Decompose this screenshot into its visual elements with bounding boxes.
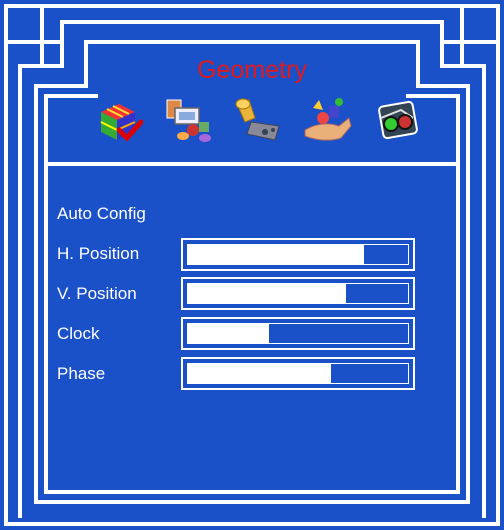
- frame-line: [34, 84, 38, 504]
- slider-track: [187, 283, 409, 304]
- h-position-slider[interactable]: [181, 238, 415, 271]
- frame-line: [440, 40, 500, 44]
- frame-line: [4, 522, 500, 526]
- h-position-label: H. Position: [57, 244, 140, 263]
- slider-fill: [188, 284, 347, 303]
- phase-label: Phase: [57, 364, 106, 383]
- frame-line: [18, 64, 22, 518]
- slider-fill: [188, 364, 331, 383]
- slider-fill: [188, 324, 270, 343]
- frame-line: [84, 40, 420, 44]
- color-cube-icon[interactable]: [93, 96, 143, 144]
- frame-line: [34, 500, 470, 504]
- glasses-info-icon[interactable]: [373, 96, 423, 144]
- frame-line: [4, 4, 500, 8]
- osd-menu: Geometry Auto Config H. Position V. Posi…: [0, 0, 504, 530]
- hand-objects-icon[interactable]: [303, 96, 353, 144]
- frame-line: [44, 94, 48, 494]
- slider-track: [187, 323, 409, 344]
- frame-line: [456, 94, 460, 494]
- frame-line: [60, 20, 444, 24]
- v-position-label: V. Position: [57, 284, 137, 303]
- v-position-slider[interactable]: [181, 277, 415, 310]
- frame-line: [460, 4, 464, 64]
- speaker-settings-icon[interactable]: [233, 96, 283, 144]
- menu-title: Geometry: [197, 56, 307, 84]
- frame-line: [40, 4, 44, 64]
- panel-divider: [44, 162, 460, 166]
- slider-track: [187, 244, 409, 265]
- clock-label: Clock: [57, 324, 100, 343]
- geometry-shapes-icon[interactable]: [163, 96, 213, 144]
- phase-slider[interactable]: [181, 357, 415, 390]
- frame-line: [466, 84, 470, 504]
- frame-line: [44, 490, 460, 494]
- frame-line: [44, 94, 98, 98]
- clock-slider[interactable]: [181, 317, 415, 350]
- slider-track: [187, 363, 409, 384]
- frame-line: [482, 64, 486, 518]
- frame-line: [4, 40, 64, 44]
- auto-config-item[interactable]: Auto Config: [57, 204, 146, 224]
- slider-fill: [188, 245, 364, 264]
